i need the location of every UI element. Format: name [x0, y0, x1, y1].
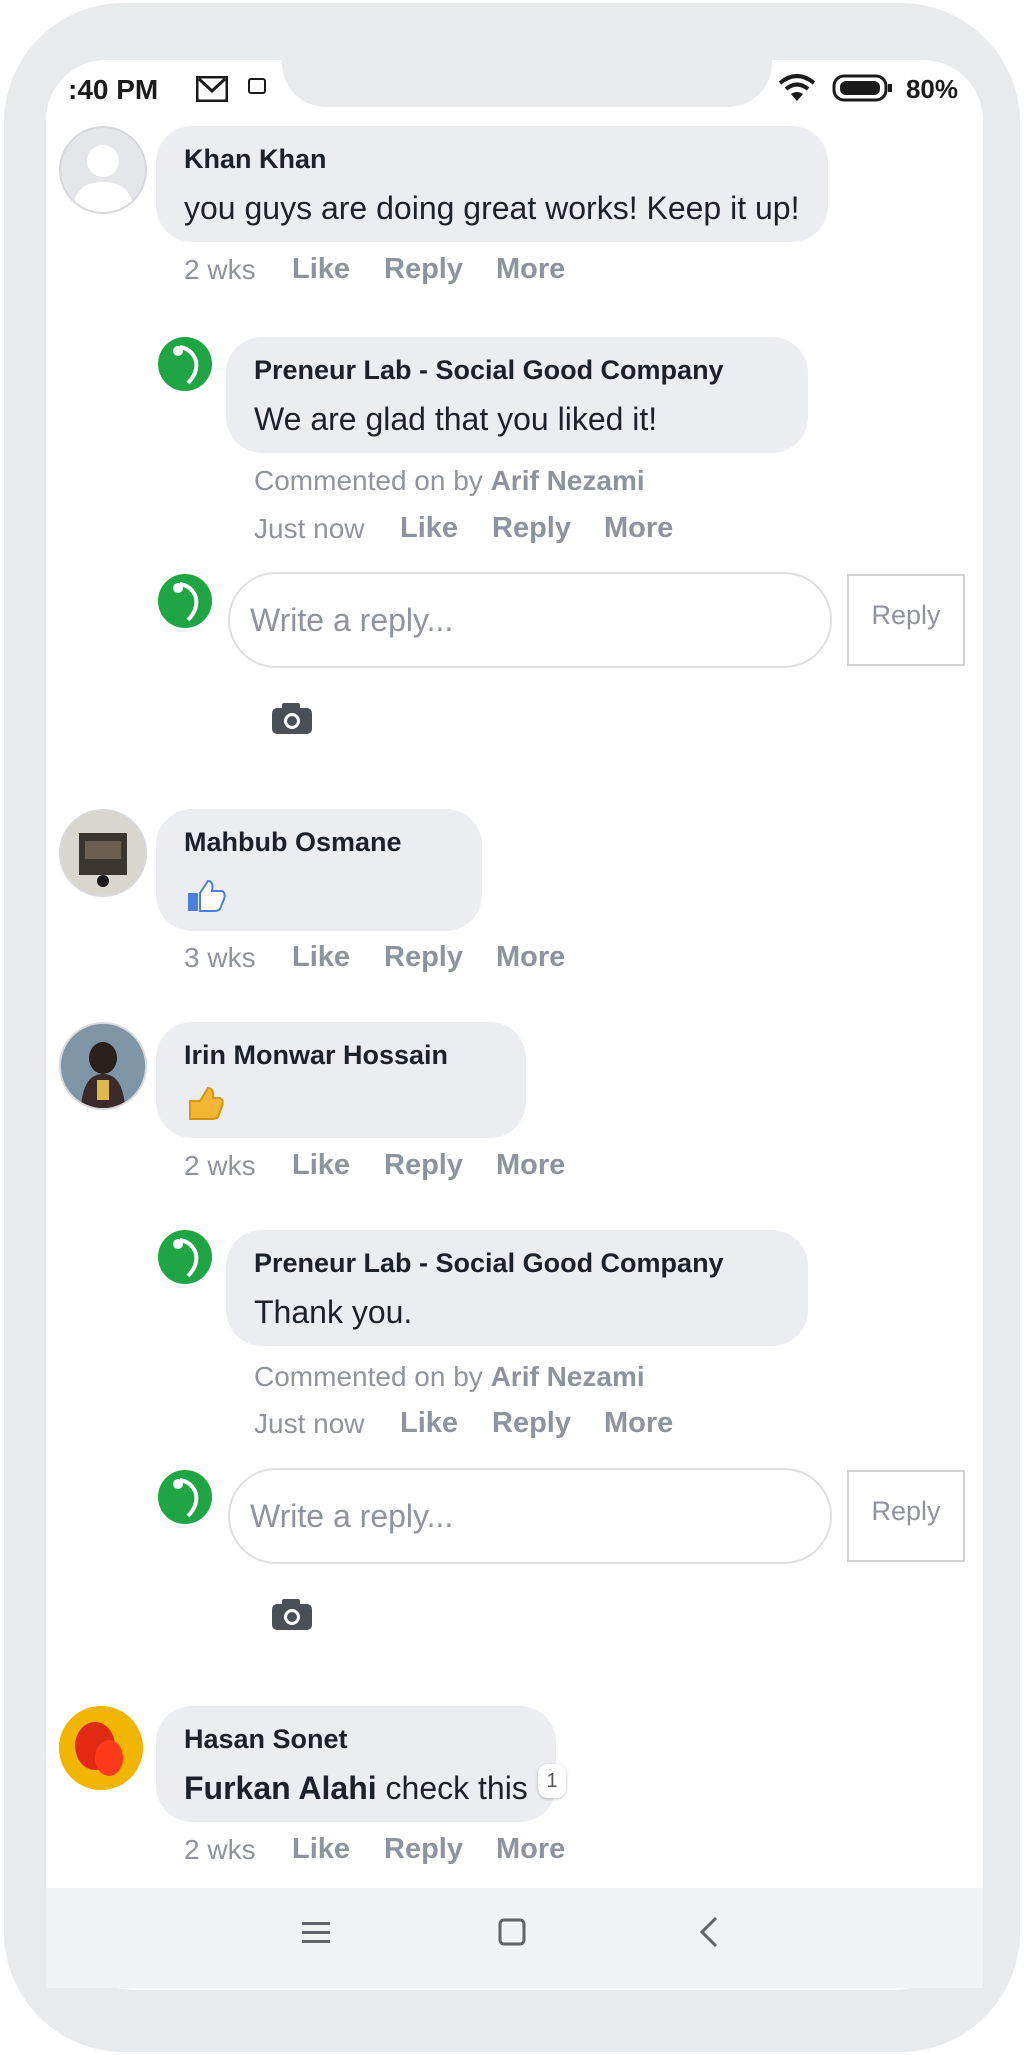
camera-icon[interactable] [270, 700, 314, 741]
reply-submit-button[interactable]: Reply [847, 1470, 965, 1562]
commented-by-prefix: Commented on by [254, 1361, 483, 1392]
like-button[interactable]: Like [292, 941, 350, 974]
reply-text: Thank you. [254, 1294, 413, 1330]
comment-text: Furkan Alahi check this [184, 1770, 528, 1807]
reaction-count-badge[interactable]: 1 [538, 1764, 566, 1798]
like-button[interactable]: Like [292, 253, 350, 286]
commented-by-name[interactable]: Arif Nezami [491, 465, 645, 496]
comment-age: 2 wks [184, 1834, 256, 1865]
battery-icon [832, 74, 894, 107]
page-avatar [158, 574, 212, 628]
more-button[interactable]: More [496, 253, 565, 286]
more-button[interactable]: More [604, 1407, 673, 1440]
commented-by: Commented on by Arif Nezami [254, 1361, 645, 1393]
reply-age: Just now [254, 513, 365, 544]
wifi-icon [778, 72, 816, 109]
reply-age: Just now [254, 1408, 365, 1439]
battery-percent: 80% [905, 74, 958, 104]
avatar[interactable] [59, 1706, 143, 1790]
more-button[interactable]: More [604, 512, 673, 545]
commented-by-prefix: Commented on by [254, 465, 483, 496]
reply-button[interactable]: Reply [384, 1149, 463, 1182]
comment-author[interactable]: Irin Monwar Hossain [184, 1040, 448, 1071]
status-time: :40 PM [68, 74, 159, 105]
more-button[interactable]: More [496, 1149, 565, 1182]
reply-button[interactable]: Reply [384, 253, 463, 286]
reply-input[interactable]: Write a reply... [228, 572, 832, 668]
like-button[interactable]: Like [292, 1833, 350, 1866]
mention-link[interactable]: Furkan Alahi [184, 1770, 377, 1806]
comment-age: 3 wks [184, 942, 256, 973]
thumbs-up-icon [186, 1085, 224, 1126]
thumbs-up-icon [186, 877, 226, 918]
reply-button[interactable]: Reply [384, 941, 463, 974]
reply-submit-button[interactable]: Reply [847, 574, 965, 666]
mail-icon [195, 75, 229, 107]
back-icon[interactable] [692, 1914, 728, 1950]
reply-button[interactable]: Reply [384, 1833, 463, 1866]
like-button[interactable]: Like [400, 512, 458, 545]
comment-author[interactable]: Mahbub Osmane [184, 827, 402, 858]
comment-age: 2 wks [184, 1150, 256, 1181]
comment-text-body: check this [376, 1770, 528, 1806]
page-avatar[interactable] [158, 1230, 212, 1284]
menu-icon[interactable] [298, 1914, 334, 1950]
commented-by: Commented on by Arif Nezami [254, 465, 645, 497]
like-button[interactable]: Like [400, 1407, 458, 1440]
comment-text: you guys are doing great works! Keep it … [184, 190, 800, 226]
home-icon[interactable] [494, 1914, 530, 1950]
comment-age: 2 wks [184, 254, 256, 285]
avatar[interactable] [59, 1022, 147, 1110]
reply-author[interactable]: Preneur Lab - Social Good Company [254, 1248, 724, 1279]
reply-button[interactable]: Reply [492, 512, 571, 545]
comment-author[interactable]: Hasan Sonet [184, 1724, 348, 1755]
avatar[interactable] [59, 126, 147, 214]
reply-author[interactable]: Preneur Lab - Social Good Company [254, 355, 724, 386]
comment-author[interactable]: Khan Khan [184, 144, 327, 175]
page-avatar[interactable] [158, 337, 212, 391]
reply-input[interactable]: Write a reply... [228, 1468, 832, 1564]
avatar[interactable] [59, 809, 147, 897]
notification-icon [248, 76, 266, 103]
reply-button[interactable]: Reply [492, 1407, 571, 1440]
status-bar: :40 PM 80% [68, 68, 958, 108]
camera-icon[interactable] [270, 1596, 314, 1637]
commented-by-name[interactable]: Arif Nezami [491, 1361, 645, 1392]
page-avatar [158, 1470, 212, 1524]
like-button[interactable]: Like [292, 1149, 350, 1182]
more-button[interactable]: More [496, 1833, 565, 1866]
more-button[interactable]: More [496, 941, 565, 974]
reply-text: We are glad that you liked it! [254, 401, 658, 437]
